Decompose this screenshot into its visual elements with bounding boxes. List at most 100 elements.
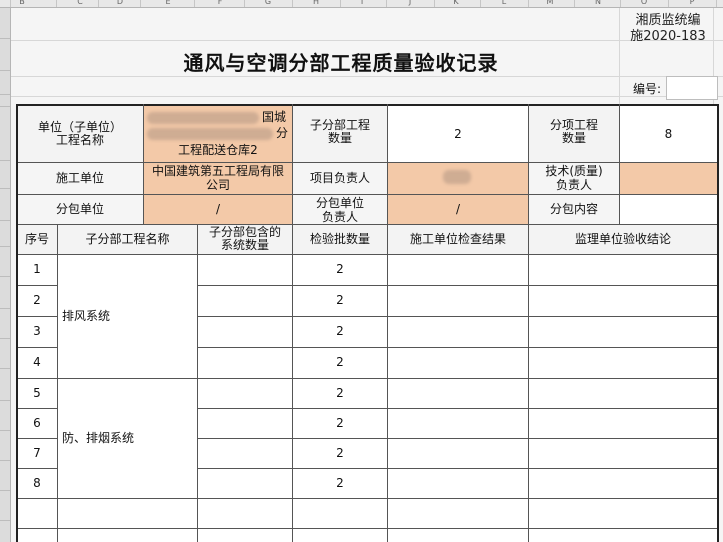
contractor-value-line1: 中国建筑第五工程局有限	[151, 164, 284, 178]
row-batch	[293, 498, 387, 528]
header-name: 子分部工程名称	[85, 231, 170, 246]
pm-label: 项目负责人	[309, 170, 370, 185]
table-border	[16, 316, 58, 317]
row-seq: 6	[33, 415, 41, 430]
item-count-label-line2: 数量	[561, 132, 586, 145]
row-batch: 2	[336, 475, 344, 490]
tech-value	[620, 162, 717, 194]
column-header-label[interactable]: F	[210, 0, 230, 6]
row-batch: 2	[336, 385, 344, 400]
sub-lead-label-line1: 分包单位	[315, 196, 364, 210]
table-border	[387, 104, 388, 542]
tech-label-line1: 技术(质量)	[545, 164, 603, 178]
column-header-label[interactable]: P	[682, 0, 702, 6]
column-header-label[interactable]: G	[258, 0, 278, 6]
column-header-bar: B C D E F G H I J K L M N O P	[0, 0, 723, 8]
form-code-line1: 湘质监统编	[635, 12, 701, 28]
sub-unit-label: 分包单位	[55, 201, 104, 216]
pm-value	[388, 162, 528, 194]
column-header-label[interactable]: K	[446, 0, 466, 6]
group-name: 防、排烟系统	[62, 430, 135, 445]
row-batch	[293, 528, 387, 542]
item-count-label-line1: 分项工程	[549, 118, 598, 132]
column-header-label[interactable]: D	[110, 0, 130, 6]
header-conclusion: 监理单位验收结论	[574, 231, 671, 246]
table-border	[16, 408, 58, 409]
table-border	[197, 468, 718, 469]
row-batch: 2	[336, 262, 344, 276]
row-batch: 2	[336, 355, 344, 369]
sub-count-label-line2: 数量	[327, 132, 352, 145]
project-name-fragment: 工程配送仓库2	[178, 142, 258, 157]
worksheet: 湘质监统编 施2020-183 通风与空调分部工程质量验收记录 编号: 单位（子…	[11, 8, 723, 542]
sub-count-label-line1: 子分部工程	[309, 118, 370, 132]
table-border	[57, 224, 58, 542]
column-header-label[interactable]: L	[494, 0, 514, 6]
row-seq	[17, 498, 57, 528]
column-header-label[interactable]: N	[588, 0, 608, 6]
table-border	[197, 347, 718, 348]
grid-line	[11, 40, 723, 41]
sub-content-value	[620, 194, 717, 224]
sub-lead-label-line2: 负责人	[321, 210, 358, 224]
sub-count-value: 2	[454, 126, 462, 141]
row-seq: 2	[33, 293, 41, 307]
table-border	[16, 285, 58, 286]
row-seq: 7	[33, 445, 41, 460]
row-seq: 8	[33, 475, 41, 490]
header-check-result: 施工单位检查结果	[409, 231, 506, 246]
sub-content-label: 分包内容	[549, 201, 598, 216]
row-batch: 2	[336, 445, 344, 460]
table-border	[197, 408, 718, 409]
group-name: 排风系统	[62, 308, 111, 323]
table-border	[197, 285, 718, 286]
row-batch: 2	[336, 293, 344, 307]
column-header-label[interactable]: E	[158, 0, 178, 6]
number-label: 编号:	[632, 81, 661, 96]
table-border	[619, 104, 620, 224]
form-code-line2: 施2020-183	[630, 28, 706, 44]
table-border	[16, 194, 718, 195]
row-seq: 1	[33, 262, 41, 276]
row-seq: 3	[33, 324, 41, 338]
table-border	[16, 438, 58, 439]
header-batch-count: 检验批数量	[309, 231, 370, 246]
row-seq: 5	[33, 385, 41, 400]
header-sys-count-line1: 子分部包含的	[208, 225, 281, 239]
number-input[interactable]	[666, 76, 718, 100]
table-border	[16, 104, 718, 106]
page-title: 通风与空调分部工程质量验收记录	[183, 50, 499, 75]
table-border	[528, 104, 529, 542]
column-header-label[interactable]: H	[306, 0, 326, 6]
column-header-label[interactable]: J	[400, 0, 420, 6]
table-border	[16, 104, 18, 542]
redaction-blur	[147, 112, 259, 124]
project-name-fragment: 国城	[261, 110, 286, 124]
table-border	[197, 316, 718, 317]
column-header-label[interactable]: B	[12, 0, 32, 6]
unit-label-line2: 工程名称	[55, 134, 104, 147]
row-seq: 4	[33, 355, 41, 369]
column-header-label[interactable]: M	[540, 0, 560, 6]
contractor-label: 施工单位	[55, 170, 104, 185]
table-border	[16, 224, 718, 225]
row-seq	[17, 528, 57, 542]
table-border	[197, 438, 718, 439]
table-border	[143, 104, 144, 224]
header-seq: 序号	[24, 231, 49, 246]
table-border	[16, 468, 58, 469]
column-header-label[interactable]: C	[70, 0, 90, 6]
row-batch: 2	[336, 324, 344, 338]
table-border	[292, 104, 293, 542]
sub-lead-value: /	[455, 201, 461, 216]
tech-label-line2: 负责人	[555, 178, 592, 192]
contractor-value-line2: 公司	[205, 178, 230, 192]
column-header-label[interactable]: O	[634, 0, 654, 6]
table-border	[16, 378, 718, 379]
redaction-blur	[147, 128, 273, 140]
sub-unit-value: /	[215, 201, 221, 216]
project-name-fragment: 分	[275, 126, 288, 140]
table-border	[197, 224, 198, 542]
unit-label-line1: 单位（子单位）	[37, 120, 122, 134]
column-header-label[interactable]: I	[352, 0, 372, 6]
